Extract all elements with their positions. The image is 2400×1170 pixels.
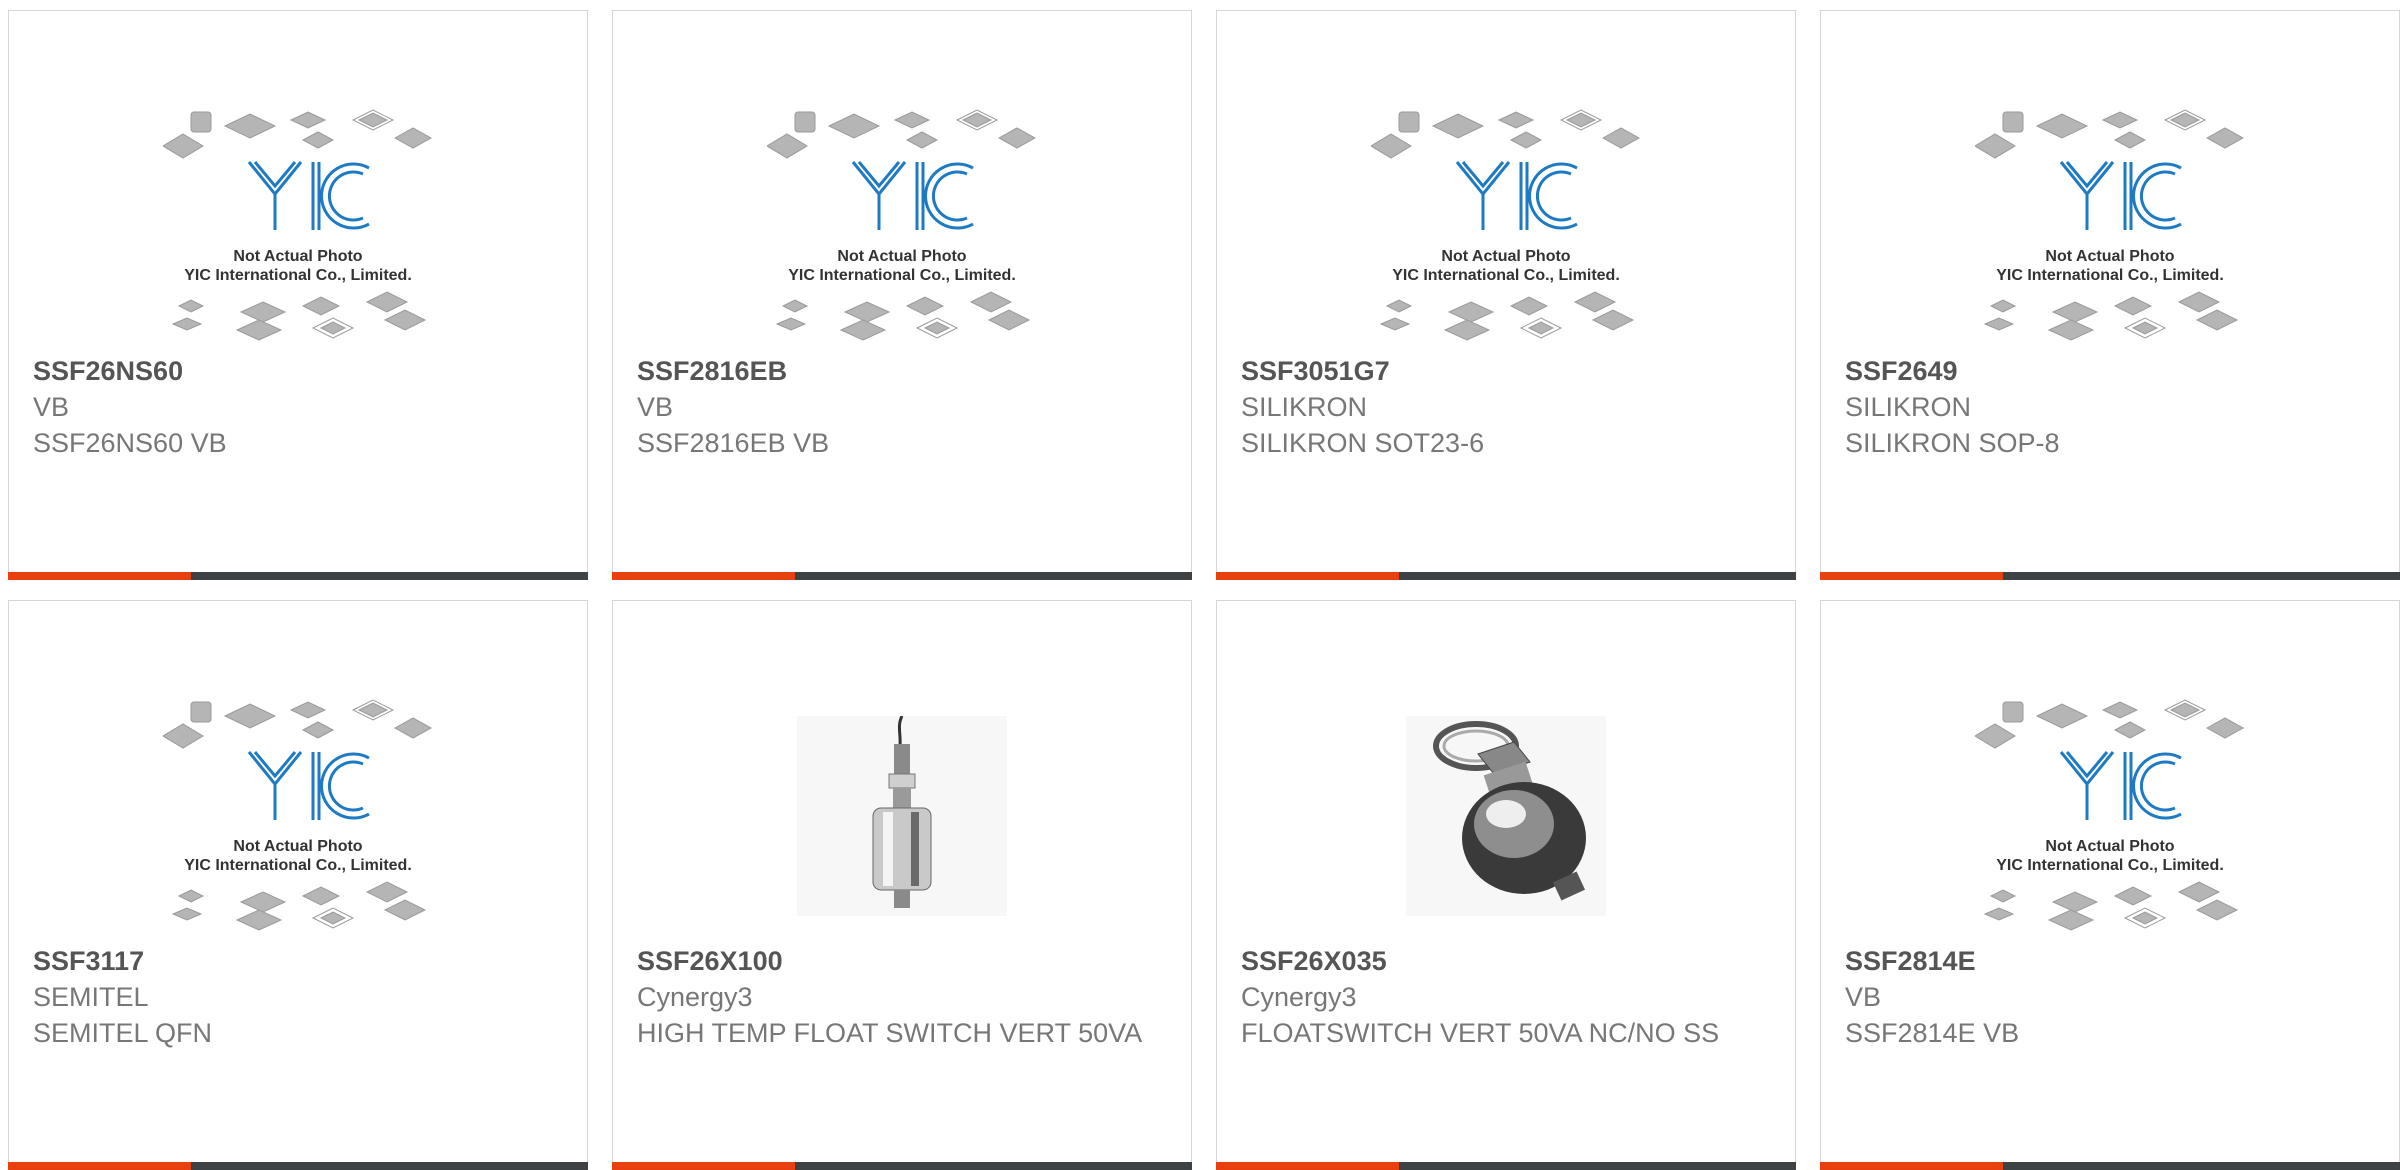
accent-segment — [1820, 572, 2003, 580]
description: SSF2814E VB — [1845, 1018, 2020, 1048]
accent-segment — [612, 1162, 795, 1170]
product-image[interactable]: Not Actual Photo YIC International Co., … — [1821, 101, 2399, 351]
card-accent-bar — [8, 572, 588, 580]
product-info: SSF26X100 Cynergy3 HIGH TEMP FLOAT SWITC… — [637, 943, 1171, 1051]
manufacturer: SILIKRON — [1241, 392, 1368, 422]
svg-text:YIC International Co., Limited: YIC International Co., Limited. — [184, 267, 412, 284]
card-accent-bar — [1820, 572, 2400, 580]
svg-text:YIC International Co., Limited: YIC International Co., Limited. — [1996, 857, 2224, 874]
dark-segment — [795, 1162, 1192, 1170]
product-info: SSF2649 SILIKRON SILIKRON SOP-8 — [1845, 353, 2379, 461]
product-image[interactable]: Not Actual Photo YIC International Co., … — [613, 101, 1191, 351]
placeholder-chips-icon: Not Actual Photo YIC International Co., … — [1975, 109, 2245, 341]
accent-segment — [1216, 1162, 1399, 1170]
product-card-ssf3051g7[interactable]: Not Actual Photo YIC International Co., … — [1216, 10, 1796, 580]
part-number[interactable]: SSF26NS60 — [33, 353, 567, 389]
part-number[interactable]: SSF2816EB — [637, 353, 1171, 389]
part-number[interactable]: SSF3051G7 — [1241, 353, 1775, 389]
dark-segment — [2003, 572, 2400, 580]
manufacturer: VB — [33, 392, 70, 422]
placeholder-chips-icon: Not Actual Photo YIC International Co., … — [1371, 109, 1641, 341]
product-card-ssf2649[interactable]: Not Actual Photo YIC International Co., … — [1820, 10, 2400, 580]
dark-segment — [1399, 1162, 1796, 1170]
svg-text:Not Actual Photo: Not Actual Photo — [2045, 248, 2174, 265]
placeholder-chips-icon: Not Actual Photo YIC International Co., … — [1975, 699, 2245, 931]
card-accent-bar — [612, 572, 1192, 580]
product-info: SSF2816EB VB SSF2816EB VB — [637, 353, 1171, 461]
manufacturer: Cynergy3 — [1241, 982, 1357, 1012]
product-grid: Not Actual Photo YIC International Co., … — [8, 10, 2400, 1170]
card-accent-bar — [1820, 1162, 2400, 1170]
svg-text:YIC International Co., Limited: YIC International Co., Limited. — [1392, 267, 1620, 284]
description: HIGH TEMP FLOAT SWITCH VERT 50VA — [637, 1018, 1143, 1048]
accent-segment — [8, 572, 191, 580]
svg-text:Not Actual Photo: Not Actual Photo — [2045, 838, 2174, 855]
product-image[interactable] — [1217, 691, 1795, 941]
card-accent-bar — [1216, 1162, 1796, 1170]
svg-text:Not Actual Photo: Not Actual Photo — [1441, 248, 1570, 265]
manufacturer: VB — [1845, 982, 1882, 1012]
product-card-ssf26x035[interactable]: SSF26X035 Cynergy3 FLOATSWITCH VERT 50VA… — [1216, 600, 1796, 1170]
svg-text:Not Actual Photo: Not Actual Photo — [233, 248, 362, 265]
part-number[interactable]: SSF2649 — [1845, 353, 2379, 389]
product-info: SSF26X035 Cynergy3 FLOATSWITCH VERT 50VA… — [1241, 943, 1775, 1051]
product-image[interactable] — [613, 691, 1191, 941]
description: SILIKRON SOP-8 — [1845, 428, 2060, 458]
description: FLOATSWITCH VERT 50VA NC/NO SS — [1241, 1018, 1720, 1048]
accent-segment — [612, 572, 795, 580]
product-card-ssf3117[interactable]: Not Actual Photo YIC International Co., … — [8, 600, 588, 1170]
dark-segment — [191, 1162, 588, 1170]
part-number[interactable]: SSF26X100 — [637, 943, 1171, 979]
manufacturer: SILIKRON — [1845, 392, 1972, 422]
product-image[interactable]: Not Actual Photo YIC International Co., … — [1821, 691, 2399, 941]
placeholder-chips-icon: Not Actual Photo YIC International Co., … — [163, 109, 433, 341]
product-info: SSF3051G7 SILIKRON SILIKRON SOT23-6 — [1241, 353, 1775, 461]
accent-segment — [1216, 572, 1399, 580]
svg-text:Not Actual Photo: Not Actual Photo — [837, 248, 966, 265]
product-card-ssf26x100[interactable]: SSF26X100 Cynergy3 HIGH TEMP FLOAT SWITC… — [612, 600, 1192, 1170]
description: SILIKRON SOT23-6 — [1241, 428, 1485, 458]
card-accent-bar — [1216, 572, 1796, 580]
svg-text:YIC International Co., Limited: YIC International Co., Limited. — [1996, 267, 2224, 284]
accent-segment — [8, 1162, 191, 1170]
placeholder-chips-icon: Not Actual Photo YIC International Co., … — [163, 699, 433, 931]
float-switch-icon — [797, 716, 1007, 916]
product-card-ssf2816eb[interactable]: Not Actual Photo YIC International Co., … — [612, 10, 1192, 580]
product-image[interactable]: Not Actual Photo YIC International Co., … — [9, 101, 587, 351]
product-info: SSF2814E VB SSF2814E VB — [1845, 943, 2379, 1051]
float-switch-ring-icon — [1406, 716, 1606, 916]
manufacturer: SEMITEL — [33, 982, 149, 1012]
product-info: SSF3117 SEMITEL SEMITEL QFN — [33, 943, 567, 1051]
accent-segment — [1820, 1162, 2003, 1170]
description: SSF26NS60 VB — [33, 428, 227, 458]
card-accent-bar — [612, 1162, 1192, 1170]
part-number[interactable]: SSF2814E — [1845, 943, 2379, 979]
dark-segment — [2003, 1162, 2400, 1170]
description: SEMITEL QFN — [33, 1018, 213, 1048]
dark-segment — [191, 572, 588, 580]
part-number[interactable]: SSF3117 — [33, 943, 567, 979]
svg-text:YIC International Co., Limited: YIC International Co., Limited. — [184, 857, 412, 874]
product-card-ssf26ns60[interactable]: Not Actual Photo YIC International Co., … — [8, 10, 588, 580]
product-image[interactable]: Not Actual Photo YIC International Co., … — [9, 691, 587, 941]
card-accent-bar — [8, 1162, 588, 1170]
manufacturer: VB — [637, 392, 674, 422]
placeholder-chips-icon: Not Actual Photo YIC International Co., … — [767, 109, 1037, 341]
product-image[interactable]: Not Actual Photo YIC International Co., … — [1217, 101, 1795, 351]
svg-text:Not Actual Photo: Not Actual Photo — [233, 838, 362, 855]
part-number[interactable]: SSF26X035 — [1241, 943, 1775, 979]
manufacturer: Cynergy3 — [637, 982, 753, 1012]
dark-segment — [795, 572, 1192, 580]
svg-text:YIC International Co., Limited: YIC International Co., Limited. — [788, 267, 1016, 284]
product-info: SSF26NS60 VB SSF26NS60 VB — [33, 353, 567, 461]
dark-segment — [1399, 572, 1796, 580]
description: SSF2816EB VB — [637, 428, 830, 458]
product-card-ssf2814e[interactable]: Not Actual Photo YIC International Co., … — [1820, 600, 2400, 1170]
